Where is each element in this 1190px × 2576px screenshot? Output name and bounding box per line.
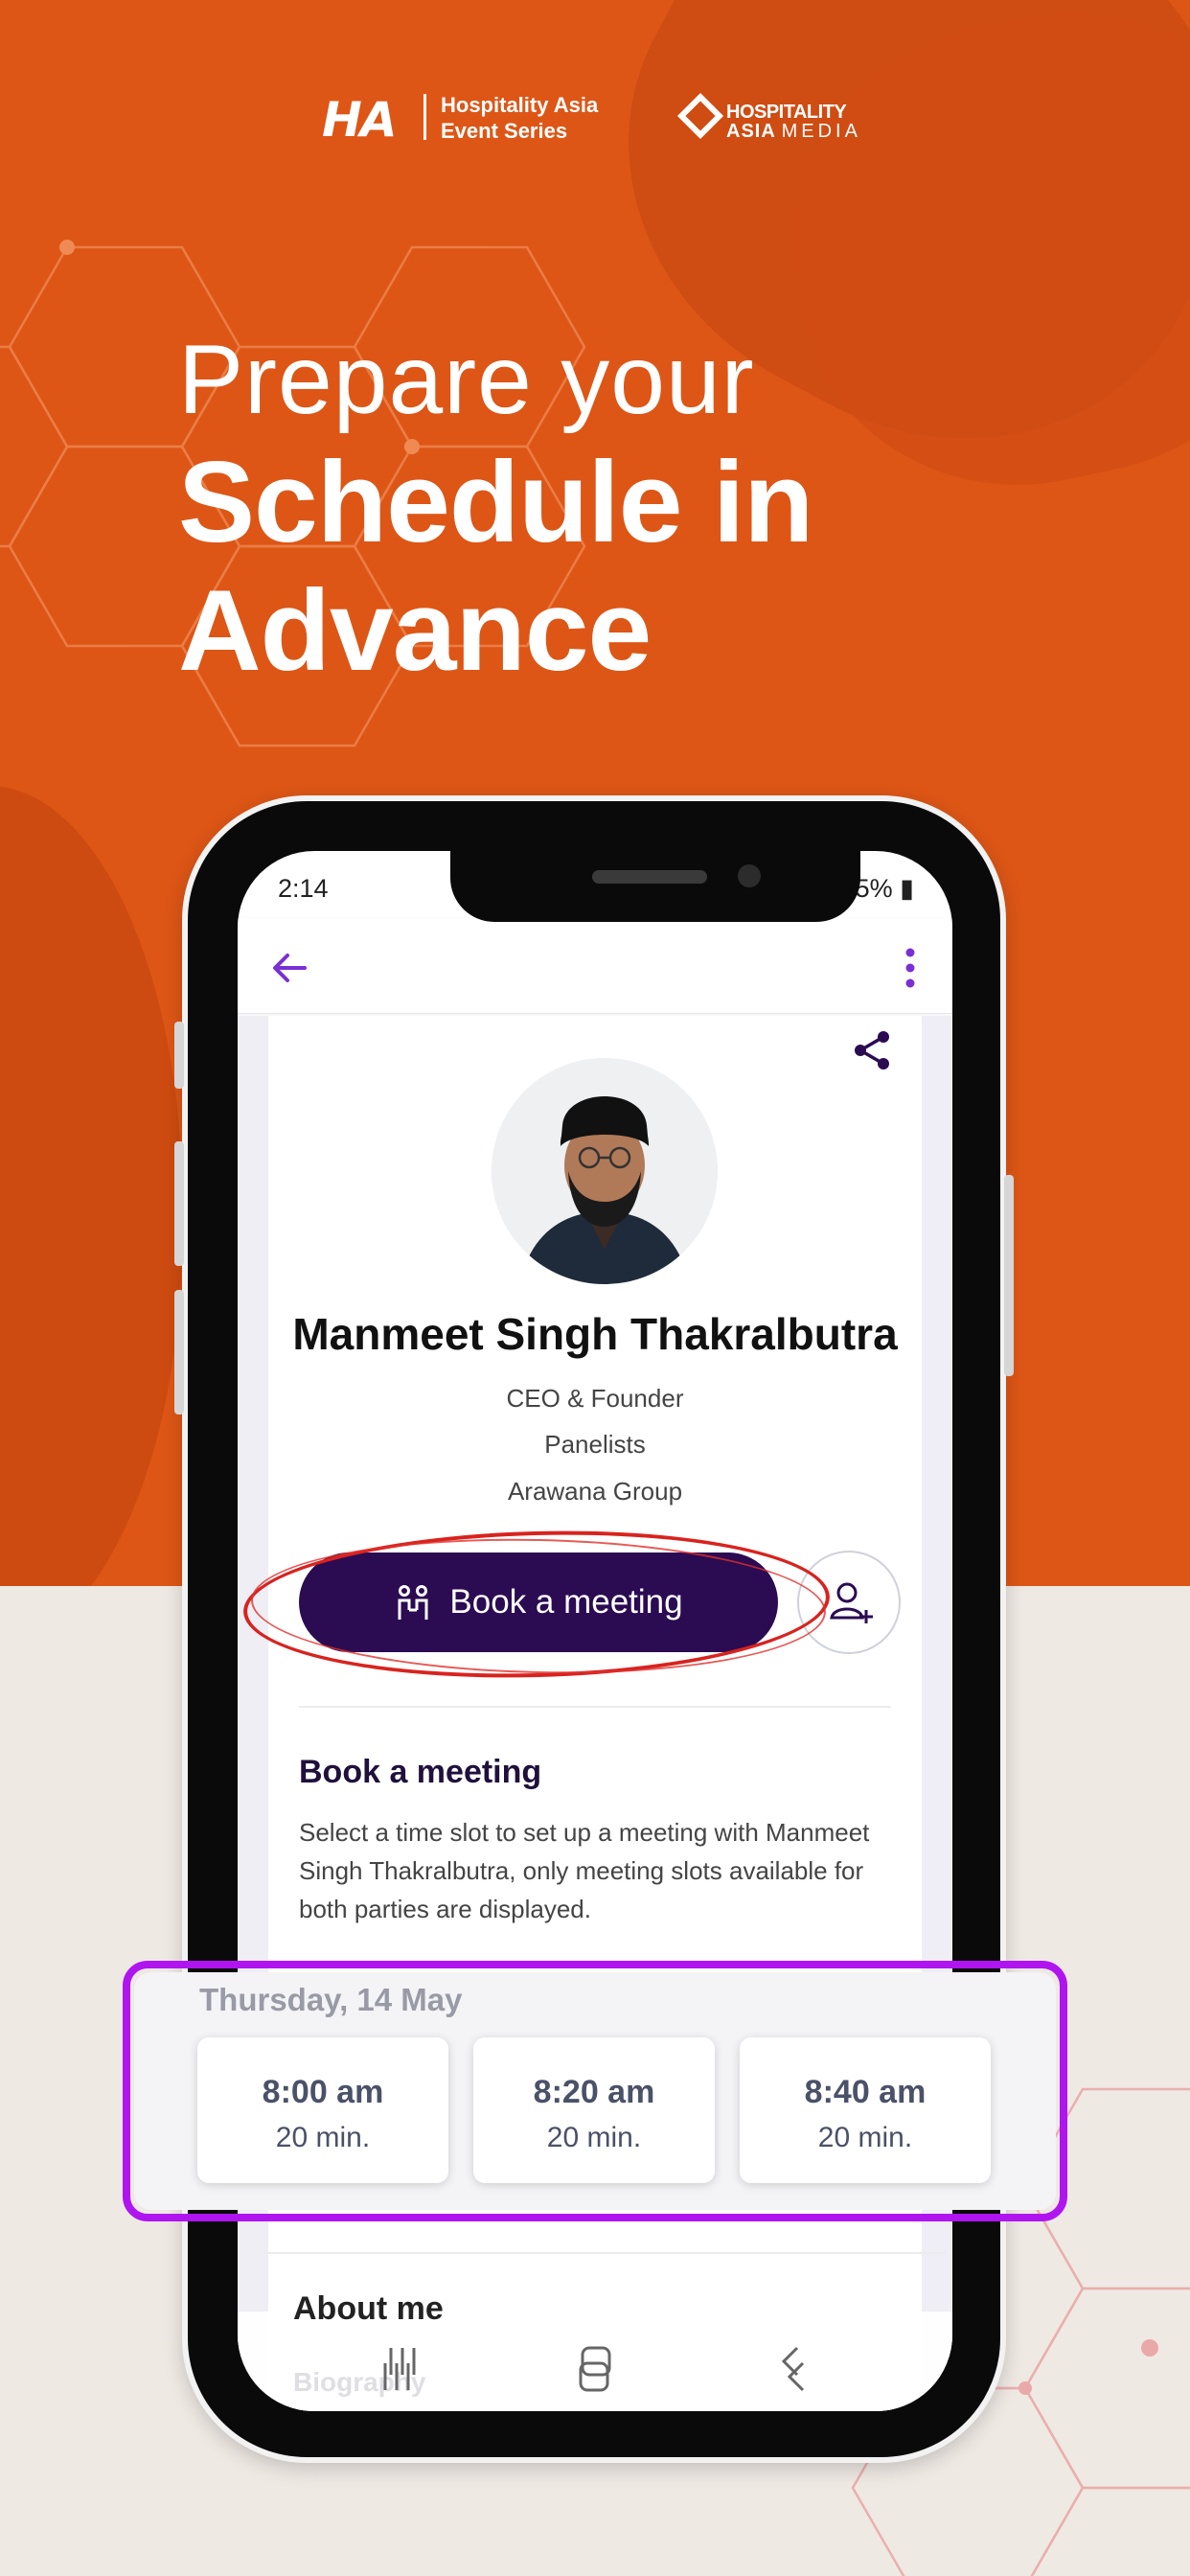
speaker xyxy=(592,870,707,884)
phone-volume-down xyxy=(174,1290,184,1414)
media-media: MEDIA xyxy=(781,121,861,142)
divider xyxy=(299,1706,891,1708)
brand-logos: HA Hospitality Asia Event Series HOSPITA… xyxy=(0,90,1190,148)
headline-line1: Prepare your xyxy=(178,325,755,434)
back-arrow-icon[interactable] xyxy=(266,945,312,991)
decorative-blob xyxy=(0,786,182,1586)
ha-line1: Hospitality Asia xyxy=(441,93,599,117)
status-time: 2:14 xyxy=(278,874,329,903)
phone-volume-up xyxy=(174,1141,184,1266)
back-nav-icon[interactable] xyxy=(776,2356,818,2398)
phone-power-button xyxy=(1004,1175,1014,1376)
more-vertical-icon[interactable] xyxy=(901,945,920,991)
phone-notch xyxy=(450,851,860,922)
profile-role: Panelists xyxy=(544,1430,646,1459)
logo-separator xyxy=(423,94,426,140)
profile-name: Manmeet Singh Thakralbutra xyxy=(292,1309,898,1359)
profile-title: CEO & Founder xyxy=(506,1384,684,1413)
ha-logo: HA xyxy=(322,92,398,148)
book-section-description: Select a time slot to set up a meeting w… xyxy=(299,1818,870,1923)
media-line2: ASIA MEDIA xyxy=(726,121,861,143)
headline: Prepare your Schedule in Advance xyxy=(178,321,813,695)
app-bar xyxy=(238,918,952,1014)
headline-line3: Advance xyxy=(178,566,652,695)
home-icon[interactable] xyxy=(573,2356,615,2398)
avatar xyxy=(492,1058,718,1284)
camera xyxy=(738,864,761,887)
phone-side-button xyxy=(174,1022,184,1089)
book-section-title: Book a meeting xyxy=(299,1754,542,1790)
headline-line2: Schedule in xyxy=(178,438,813,566)
media-asia: ASIA xyxy=(726,121,776,142)
profile-company: Arawana Group xyxy=(507,1477,683,1506)
diamond-logo-icon xyxy=(676,92,724,140)
about-title: About me xyxy=(293,2290,444,2327)
ha-event-series-text: Hospitality Asia Event Series xyxy=(441,92,598,144)
slot-highlight-box xyxy=(123,1961,1067,2221)
share-icon[interactable] xyxy=(851,1029,893,1071)
divider xyxy=(263,2252,947,2254)
ha-line2: Event Series xyxy=(441,119,568,143)
recent-apps-icon[interactable] xyxy=(376,2356,418,2398)
avatar-illustration xyxy=(492,1058,718,1284)
